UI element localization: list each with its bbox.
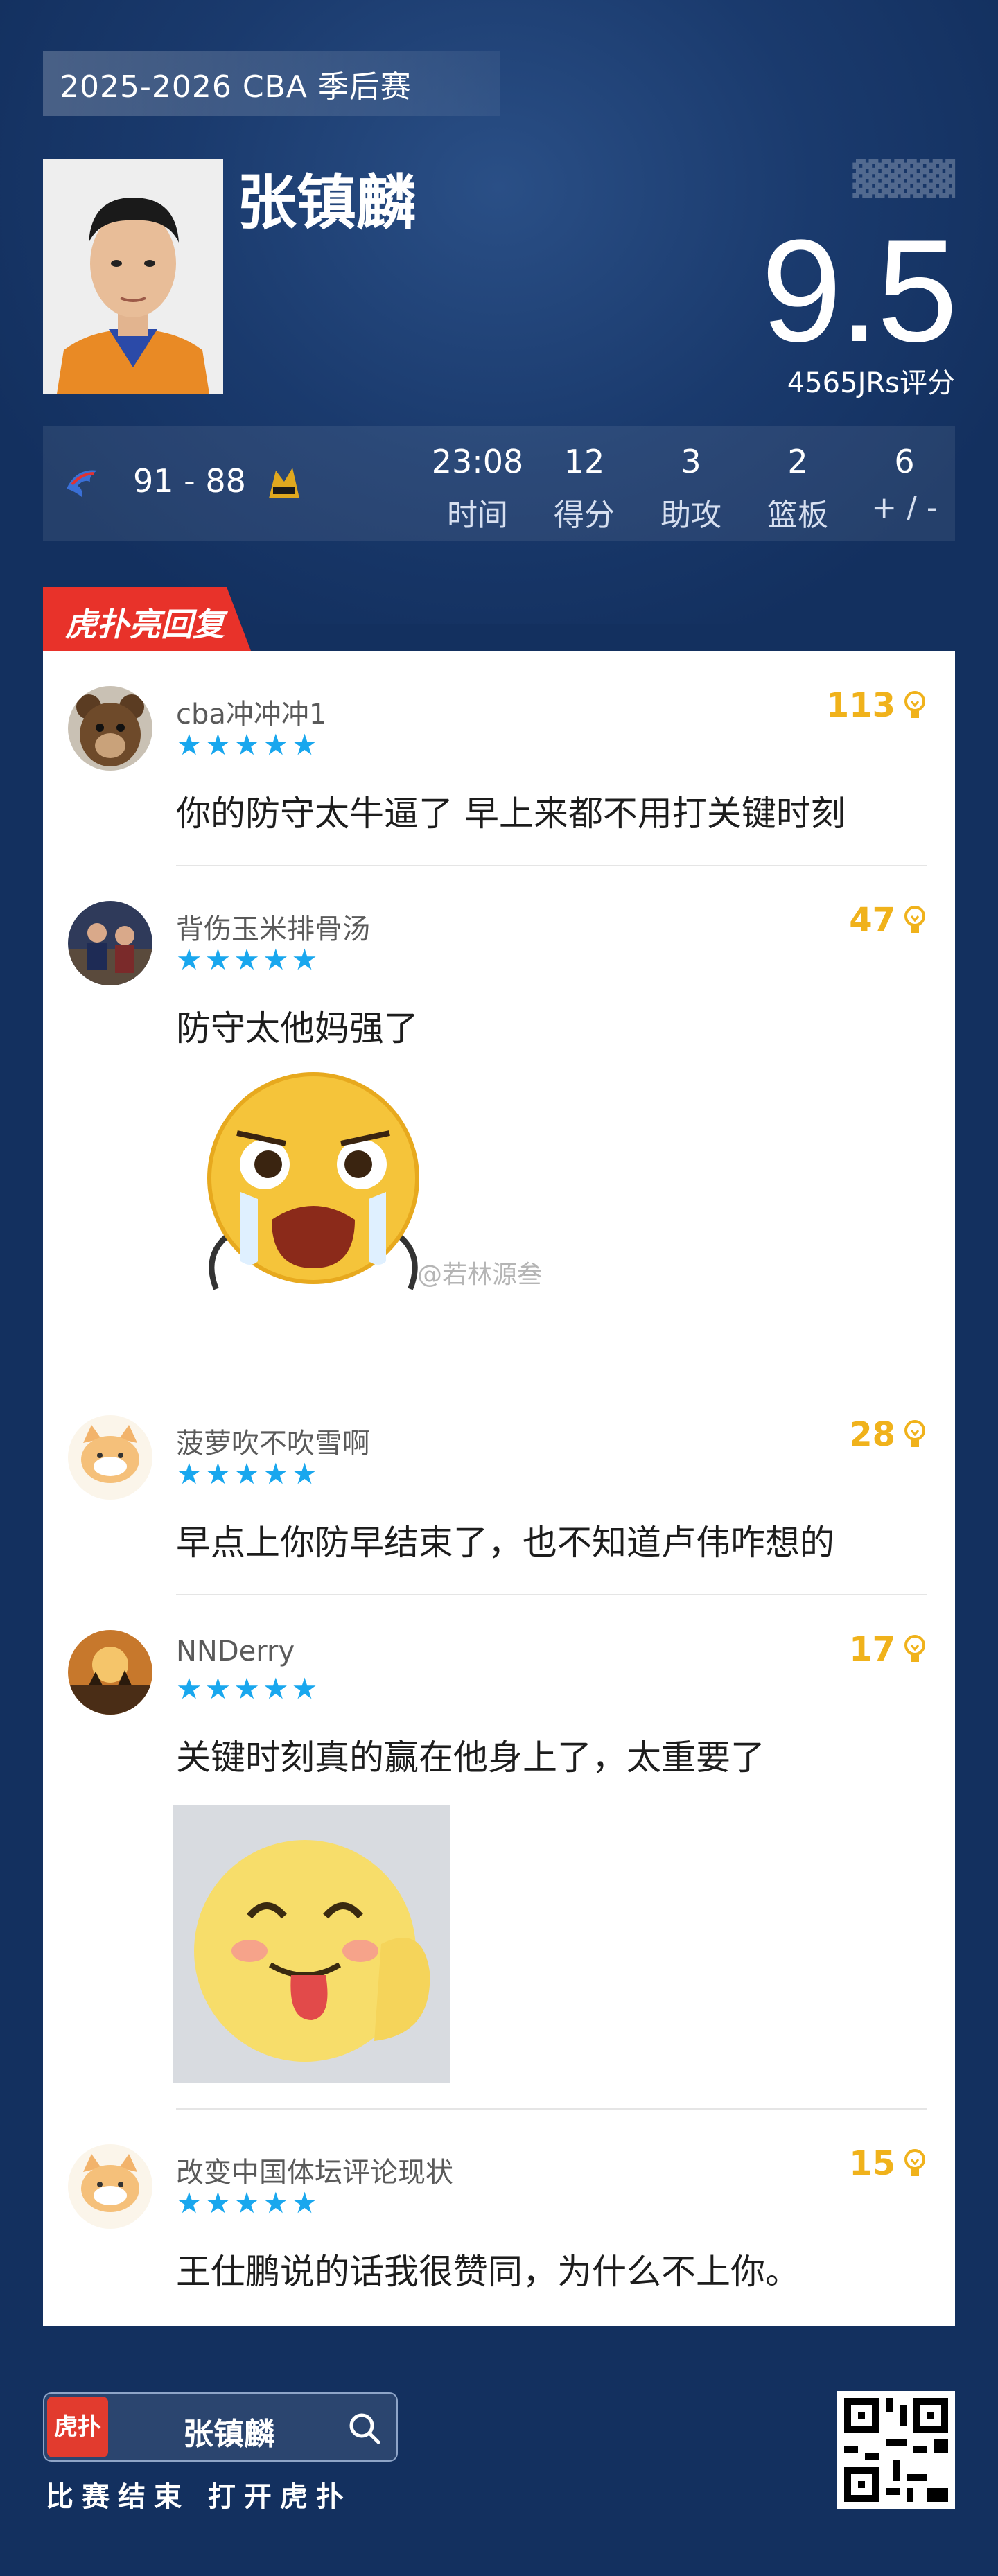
cat-avatar[interactable] xyxy=(68,1415,152,1500)
match-score: 91 - 88 xyxy=(133,462,246,500)
stat-rebounds: 2 篮板 xyxy=(767,443,828,533)
lightbulb-icon xyxy=(904,691,925,718)
stat-plus-minus: 6 + / - xyxy=(871,443,938,525)
search-player-name: 张镇麟 xyxy=(183,2417,274,2452)
lightbulb-icon xyxy=(904,1420,925,1447)
footer-note: 比赛结束 打开虎扑 xyxy=(46,2481,352,2513)
lightbulb-icon xyxy=(904,906,925,933)
watermark: @若林源叁 xyxy=(417,1261,543,1289)
like-count[interactable]: 28 xyxy=(849,1415,927,1454)
comments-card: cba冲冲冲1 ★★★★★ 113 你的防守太牛逼了 早上来都不用打关键时刻 背… xyxy=(43,651,955,2326)
header-watermark-icon: ▓▓▓▓ xyxy=(852,159,955,198)
search-icon[interactable] xyxy=(347,2410,383,2446)
comment-username[interactable]: NNDerry xyxy=(176,1636,295,1667)
rating-stars-icon: ★★★★★ xyxy=(176,728,321,762)
home-team-logo-icon xyxy=(67,470,97,497)
like-count[interactable]: 15 xyxy=(849,2144,927,2183)
hot-replies-tag: 虎扑亮回复 xyxy=(43,587,251,651)
divider xyxy=(176,2108,927,2110)
rating-stars-icon: ★★★★★ xyxy=(176,943,321,976)
stat-assists: 3 助攻 xyxy=(660,443,721,533)
comment-text: 防守太他妈强了 xyxy=(176,1008,419,1049)
rating-stars-icon: ★★★★★ xyxy=(176,1457,321,1491)
event-label: 2025-2026 CBA 季后赛 xyxy=(43,51,500,116)
divider xyxy=(176,1594,927,1595)
hupu-logo: 虎扑 xyxy=(47,2397,108,2457)
like-count[interactable]: 17 xyxy=(849,1630,927,1669)
player-rating: 9.5 xyxy=(761,209,958,372)
cat-avatar[interactable] xyxy=(68,2144,152,2229)
comment-username[interactable]: cba冲冲冲1 xyxy=(176,692,326,732)
bear-avatar[interactable] xyxy=(68,686,152,771)
comment-username[interactable]: 菠萝吹不吹雪啊 xyxy=(176,1421,370,1461)
photo-avatar[interactable] xyxy=(68,901,152,985)
comment-text: 关键时刻真的赢在他身上了，太重要了 xyxy=(176,1737,765,1778)
crying-emoji-sticker xyxy=(182,1060,445,1324)
sunset-avatar[interactable] xyxy=(68,1630,152,1715)
hot-replies-label: 虎扑亮回复 xyxy=(65,606,225,643)
rating-count: 4565JRs评分 xyxy=(787,367,955,399)
tongue-emoji-sticker xyxy=(173,1805,450,2083)
qr-code-icon xyxy=(837,2391,955,2509)
comment-username[interactable]: 改变中国体坛评论现状 xyxy=(176,2150,453,2190)
rating-stars-icon: ★★★★★ xyxy=(176,1672,321,1706)
like-count[interactable]: 113 xyxy=(826,686,927,725)
lightbulb-icon xyxy=(904,1635,925,1662)
away-team-logo-icon xyxy=(269,468,299,498)
stat-points: 12 得分 xyxy=(554,443,615,533)
comment-text: 王仕鹏说的话我很赞同，为什么不上你。 xyxy=(176,2252,800,2292)
player-photo xyxy=(43,159,223,394)
comment-text: 你的防守太牛逼了 早上来都不用打关键时刻 xyxy=(176,794,846,834)
like-count[interactable]: 47 xyxy=(849,901,927,940)
player-name: 张镇麟 xyxy=(237,168,416,238)
divider xyxy=(176,865,927,866)
stat-time: 23:08 时间 xyxy=(431,443,524,533)
comment-text: 早点上你防早结束了，也不知道卢伟咋想的 xyxy=(176,1523,834,1563)
search-pill[interactable]: 虎扑 张镇麟 xyxy=(43,2392,398,2462)
rating-stars-icon: ★★★★★ xyxy=(176,2186,321,2220)
match-stats-bar: 91 - 88 23:08 时间 12 得分 3 助攻 2 篮板 6 + / - xyxy=(43,426,955,541)
lightbulb-icon xyxy=(904,2149,925,2176)
comment-username[interactable]: 背伤玉米排骨汤 xyxy=(176,906,370,947)
